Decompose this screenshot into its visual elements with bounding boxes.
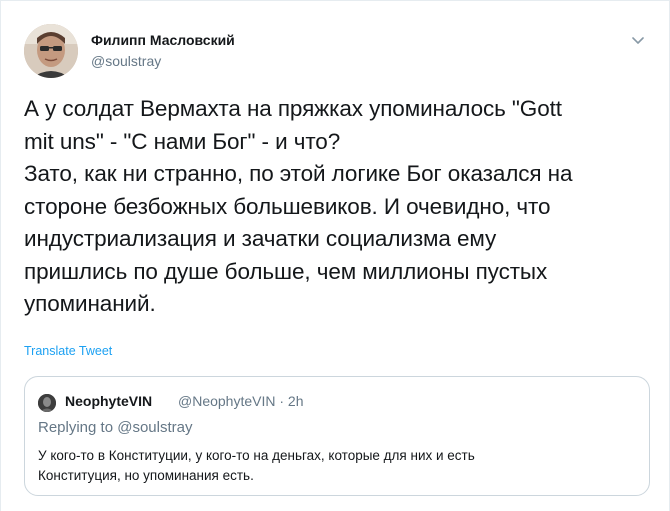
tweet-text: А у солдат Вермахта на пряжках упоминало… — [24, 96, 573, 316]
quote-author-name: NeophyteVIN — [65, 393, 153, 409]
quote-replying-to: Replying to @soulstray — [38, 419, 193, 436]
translate-tweet-link[interactable]: Translate Tweet — [24, 344, 112, 358]
author-handle[interactable]: @soulstray — [91, 53, 161, 69]
avatar[interactable] — [24, 24, 78, 78]
avatar-photo — [24, 24, 78, 78]
quote-author-handle: @NeophyteVIN · 2h — [178, 393, 304, 409]
quote-avatar — [38, 394, 56, 412]
author-name[interactable]: Филипп Масловский — [91, 32, 235, 48]
quote-text: У кого-то в Конституции, у кого-то на де… — [38, 448, 475, 483]
quoted-tweet[interactable]: NeophyteVIN @NeophyteVIN · 2h Replying t… — [24, 376, 650, 496]
chevron-down-icon[interactable] — [631, 33, 645, 44]
tweet-card: Филипп Масловский @soulstray А у солдат … — [0, 0, 670, 511]
